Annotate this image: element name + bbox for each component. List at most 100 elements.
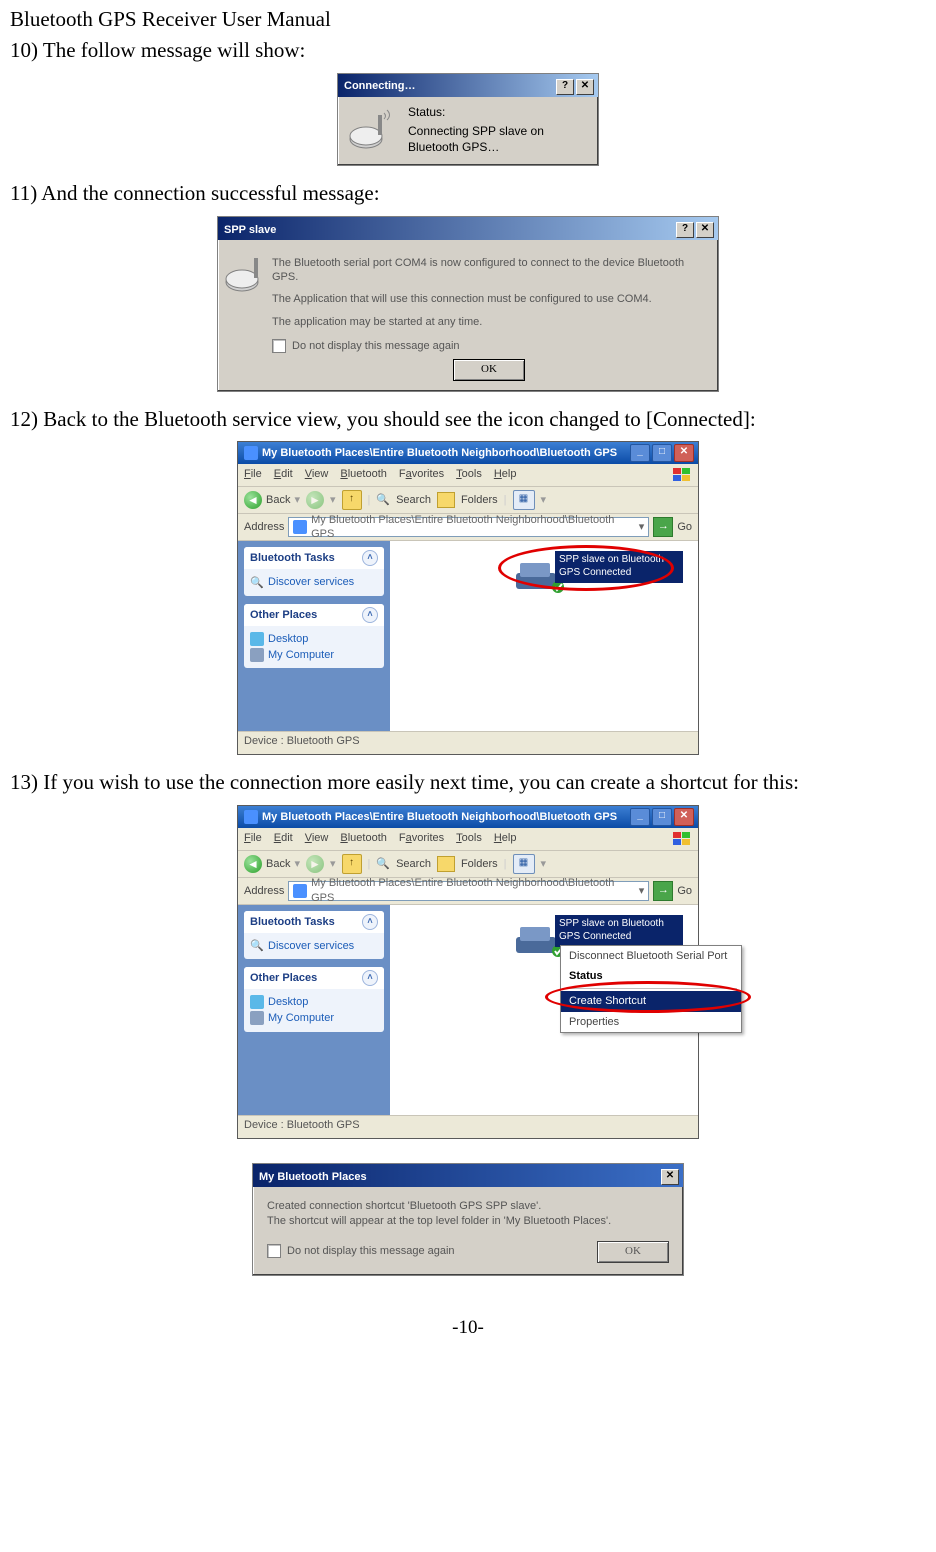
mycomputer-link[interactable]: My Computer	[250, 1011, 378, 1025]
minimize-button[interactable]: _	[630, 444, 650, 462]
menu-edit[interactable]: Edit	[274, 831, 293, 847]
menu-favorites[interactable]: Favorites	[399, 467, 444, 483]
info-title: My Bluetooth Places	[259, 1170, 367, 1184]
address-value: My Bluetooth Places\Entire Bluetooth Nei…	[311, 513, 635, 542]
toolbar: ◄ Back ▾ ► ▾ ↑ | 🔍 Search Folders | ▦ ▾	[238, 487, 698, 514]
info-titlebar: My Bluetooth Places ✕	[253, 1164, 683, 1187]
forward-button[interactable]: ►	[306, 855, 324, 873]
desktop-icon	[250, 995, 264, 1009]
bluetooth-icon	[293, 520, 307, 534]
menu-tools[interactable]: Tools	[456, 467, 482, 483]
close-button[interactable]: ✕	[576, 79, 594, 95]
step-13-text: 13) If you wish to use the connection mo…	[10, 769, 926, 796]
search-icon: 🔍	[376, 857, 390, 871]
go-button[interactable]: →	[653, 517, 673, 537]
status-text: Connecting SPP slave on Bluetooth GPS…	[408, 124, 588, 155]
search-icon: 🔍	[376, 493, 390, 507]
close-button[interactable]: ✕	[661, 1169, 679, 1185]
search-icon: 🔍	[250, 576, 264, 590]
collapse-icon[interactable]: ˄	[362, 970, 378, 986]
desktop-link[interactable]: Desktop	[250, 995, 378, 1009]
folders-icon	[437, 856, 455, 872]
menubar: FFileile Edit View Bluetooth Favorites T…	[238, 464, 698, 487]
menu-edit[interactable]: Edit	[274, 467, 293, 483]
spp-line3: The application may be started at any ti…	[272, 315, 706, 329]
menu-help[interactable]: Help	[494, 467, 517, 483]
spp-dialog: SPP slave ? ✕ The Bluetooth serial port …	[217, 216, 719, 392]
menu-bluetooth[interactable]: Bluetooth	[340, 831, 387, 847]
menu-favorites[interactable]: Favorites	[399, 831, 444, 847]
status-label: Status:	[408, 105, 588, 121]
connecting-titlebar: Connecting… ? ✕	[338, 74, 598, 97]
ctx-properties[interactable]: Properties	[561, 1012, 741, 1032]
search-button[interactable]: Search	[396, 857, 431, 871]
close-button[interactable]: ✕	[674, 808, 694, 826]
search-button[interactable]: Search	[396, 493, 431, 507]
spp-line2: The Application that will use this conne…	[272, 292, 706, 306]
go-button[interactable]: →	[653, 881, 673, 901]
status-bar: Device : Bluetooth GPS	[238, 1115, 698, 1138]
back-button[interactable]: ◄ Back ▾	[244, 855, 300, 873]
help-button[interactable]: ?	[556, 79, 574, 95]
address-input[interactable]: My Bluetooth Places\Entire Bluetooth Nei…	[288, 881, 649, 901]
explorer2-titlebar: My Bluetooth Places\Entire Bluetooth Nei…	[238, 806, 698, 828]
ok-button[interactable]: OK	[453, 359, 525, 381]
discover-services-link[interactable]: 🔍 Discover services	[250, 575, 378, 589]
back-button[interactable]: ◄ Back ▾	[244, 491, 300, 509]
address-bar: Address My Bluetooth Places\Entire Bluet…	[238, 514, 698, 541]
connecting-title: Connecting…	[344, 79, 416, 93]
menu-view[interactable]: View	[305, 831, 329, 847]
maximize-button[interactable]: □	[652, 808, 672, 826]
views-button[interactable]: ▦	[513, 854, 535, 874]
menubar: File Edit View Bluetooth Favorites Tools…	[238, 828, 698, 851]
address-input[interactable]: My Bluetooth Places\Entire Bluetooth Nei…	[288, 517, 649, 537]
tasks-panel-title: Bluetooth Tasks	[250, 551, 335, 565]
back-icon: ◄	[244, 855, 262, 873]
highlight-annotation	[498, 545, 674, 591]
spp-titlebar: SPP slave ? ✕	[218, 217, 718, 240]
step-11-text: 11) And the connection successful messag…	[10, 180, 926, 207]
do-not-display-checkbox[interactable]	[272, 339, 286, 353]
bluetooth-icon	[244, 810, 258, 824]
menu-view[interactable]: View	[305, 467, 329, 483]
close-button[interactable]: ✕	[674, 444, 694, 462]
menu-bluetooth[interactable]: Bluetooth	[340, 467, 387, 483]
go-label: Go	[677, 520, 692, 534]
status-bar: Device : Bluetooth GPS	[238, 731, 698, 754]
other-places-panel-title: Other Places	[250, 971, 317, 985]
back-icon: ◄	[244, 491, 262, 509]
discover-services-link[interactable]: 🔍 Discover services	[250, 939, 378, 953]
up-button[interactable]: ↑	[342, 854, 362, 874]
desktop-link[interactable]: Desktop	[250, 632, 378, 646]
folders-button[interactable]: Folders	[461, 493, 498, 507]
collapse-icon[interactable]: ˄	[362, 550, 378, 566]
up-button[interactable]: ↑	[342, 490, 362, 510]
windows-flag-icon	[672, 467, 692, 483]
menu-tools[interactable]: Tools	[456, 831, 482, 847]
forward-button[interactable]: ►	[306, 491, 324, 509]
menu-help[interactable]: Help	[494, 831, 517, 847]
folders-button[interactable]: Folders	[461, 857, 498, 871]
desktop-label: Desktop	[268, 632, 308, 646]
collapse-icon[interactable]: ˄	[362, 607, 378, 623]
back-label: Back	[266, 493, 290, 507]
explorer-window-1: My Bluetooth Places\Entire Bluetooth Nei…	[237, 441, 699, 755]
menu-file[interactable]: FFileile	[244, 467, 262, 483]
maximize-button[interactable]: □	[652, 444, 672, 462]
views-button[interactable]: ▦	[513, 490, 535, 510]
ctx-disconnect[interactable]: Disconnect Bluetooth Serial Port	[561, 946, 741, 966]
step-10-text: 10) The follow message will show:	[10, 37, 926, 64]
main-pane: SPP slave on Bluetooth GPS Connected	[390, 541, 698, 731]
collapse-icon[interactable]: ˄	[362, 914, 378, 930]
address-chevron-icon[interactable]: ▾	[639, 884, 645, 898]
step-12-text: 12) Back to the Bluetooth service view, …	[10, 406, 926, 433]
ok-button[interactable]: OK	[597, 1241, 669, 1263]
do-not-display-checkbox[interactable]	[267, 1244, 281, 1258]
mycomputer-link[interactable]: My Computer	[250, 648, 378, 662]
close-button[interactable]: ✕	[696, 222, 714, 238]
minimize-button[interactable]: _	[630, 808, 650, 826]
address-chevron-icon[interactable]: ▾	[639, 520, 645, 534]
help-button[interactable]: ?	[676, 222, 694, 238]
menu-file[interactable]: File	[244, 831, 262, 847]
mycomputer-label: My Computer	[268, 648, 334, 662]
